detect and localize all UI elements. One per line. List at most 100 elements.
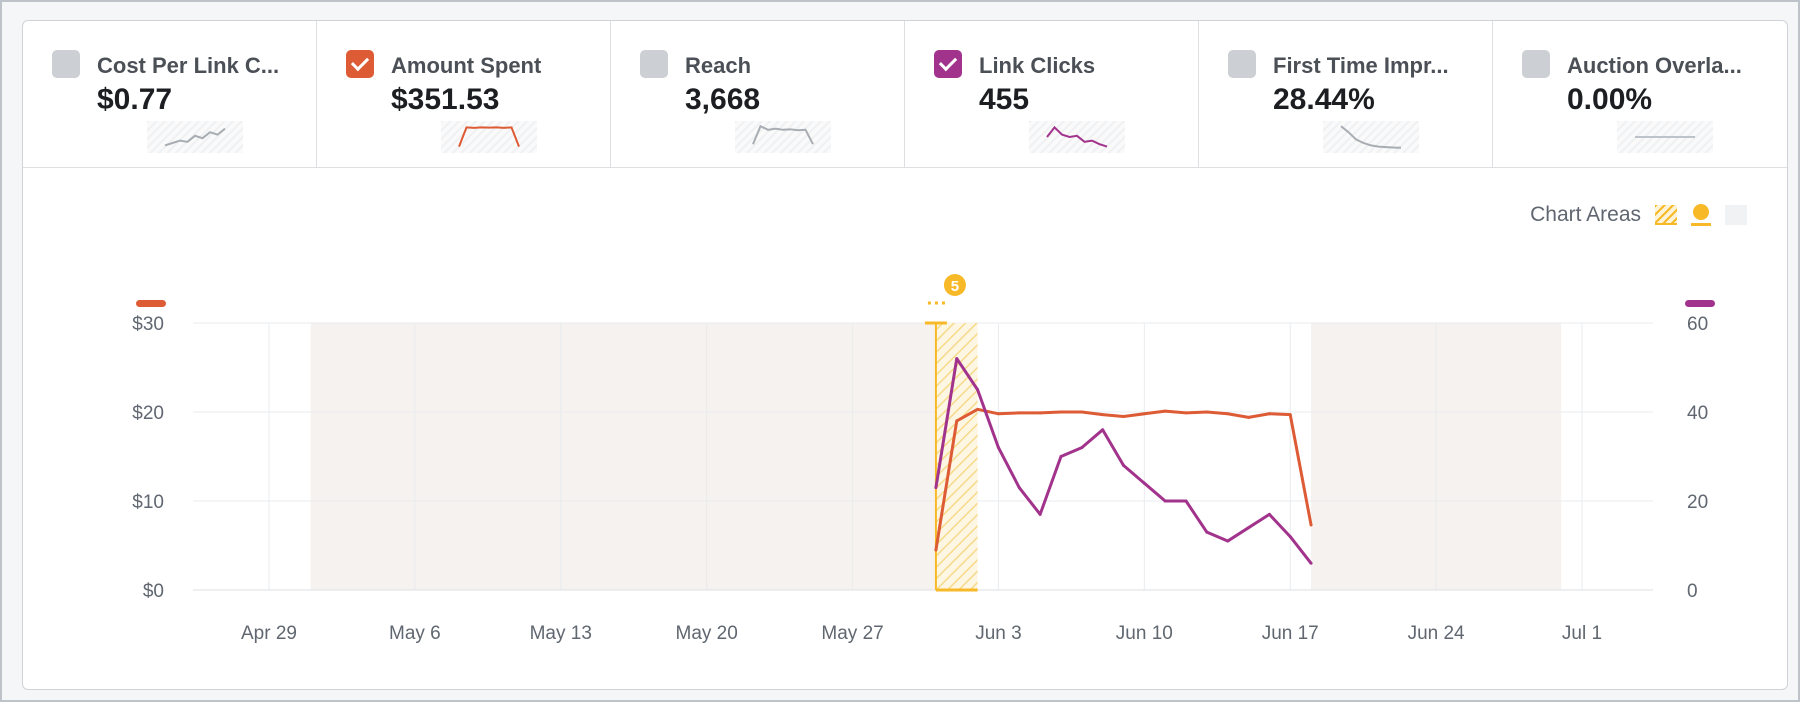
sparkline [1029,121,1125,153]
data-point [1163,499,1167,503]
x-tick-label: Jun 17 [1262,623,1319,644]
metric-checkbox[interactable] [346,50,374,78]
metric-cost-per-link-click[interactable]: Cost Per Link C... $0.77 [23,21,317,167]
x-tick-label: Jul 1 [1562,623,1602,644]
line-chart[interactable]: 5 $0 $10 $20 $30 0 20 40 60 Apr 29 May 6 May 13 May … [23,167,1787,689]
metric-value: 28.44% [1273,83,1375,116]
y-right-tick-label: 60 [1687,314,1708,335]
data-point [1059,410,1063,414]
x-tick-label: Jun 3 [975,623,1021,644]
metric-checkbox[interactable] [1228,50,1256,78]
data-point [1142,412,1146,416]
metric-amount-spent[interactable]: Amount Spent $351.53 [317,21,611,167]
metric-value: 3,668 [685,83,761,116]
metric-checkbox[interactable] [1522,50,1550,78]
metric-label: Amount Spent [391,53,542,78]
data-point [1080,410,1084,414]
data-point [1267,412,1271,416]
x-tick-label: Jun 24 [1408,623,1465,644]
data-point [996,412,1000,416]
inactive-period-area [310,323,936,590]
metric-value: 455 [979,83,1030,116]
data-point [976,407,980,411]
sparkline [441,121,537,153]
sparkline-svg [1635,136,1695,138]
x-tick-label: May 27 [821,623,883,644]
data-point [1288,535,1292,539]
window-frame: Cost Per Link C... $0.77 Amount Spent $3… [0,0,1800,702]
metric-checkbox[interactable] [52,50,80,78]
metric-label: Reach [685,53,752,78]
data-point [1017,411,1021,415]
sparkline [1617,121,1713,153]
metric-checkbox[interactable] [934,50,962,78]
sparkline-line [458,126,520,147]
x-tick-label: May 6 [389,623,441,644]
sparkline-line [1046,125,1108,148]
y-left-tick-label: $30 [132,314,164,335]
data-point [1038,512,1042,516]
metric-label: First Time Impr... [1273,53,1449,78]
y-right-tick-label: 20 [1687,492,1708,513]
x-tick-label: May 20 [676,623,738,644]
y-left-tick-label: $10 [132,492,164,513]
annotation-badge-count: 5 [951,278,959,295]
left-axis-series-swatch [136,300,166,307]
data-point [1080,446,1084,450]
metric-label: Auction Overla... [1567,53,1742,78]
data-point [1184,499,1188,503]
data-point [1226,539,1230,543]
data-point [1247,415,1251,419]
sparkline-svg [164,127,226,147]
metric-value: $351.53 [391,83,500,116]
x-tick-label: May 13 [530,623,592,644]
metric-value: $0.77 [97,83,173,116]
data-point [1121,463,1125,467]
data-point [996,446,1000,450]
data-point [955,357,959,361]
metrics-bar: Cost Per Link C... $0.77 Amount Spent $3… [23,21,1787,168]
data-point [1226,412,1230,416]
data-point [934,548,938,552]
y-left-tick-label: $0 [143,581,164,602]
sparkline-line [752,124,814,145]
data-point [1205,410,1209,414]
sparkline [147,121,243,153]
data-point [976,388,980,392]
y-left-tick-label: $20 [132,403,164,424]
data-point [1205,530,1209,534]
x-tick-label: Apr 29 [241,623,297,644]
metric-link-clicks[interactable]: Link Clicks 455 [905,21,1199,167]
sparkline-svg [752,124,814,145]
data-point [1101,428,1105,432]
data-point [1288,413,1292,417]
data-point [1267,512,1271,516]
data-point [1184,411,1188,415]
data-point [1059,455,1063,458]
right-axis-series-swatch [1685,300,1715,307]
sparkline [1323,121,1419,153]
data-point [1142,481,1146,485]
y-right-tick-label: 0 [1687,581,1698,602]
sparkline-line [164,127,226,147]
link-clicks-line [934,357,1313,565]
sparkline-svg [1340,125,1402,149]
metric-reach[interactable]: Reach 3,668 [611,21,905,167]
metric-value: 0.00% [1567,83,1653,116]
chart-area: Chart Areas 5 $0 $10 $20 $30 0 20 40 60 Apr 29 May… [23,167,1787,689]
data-point [1247,526,1251,530]
insights-card: Cost Per Link C... $0.77 Amount Spent $3… [22,20,1788,690]
x-tick-label: Jun 10 [1116,623,1173,644]
metric-first-time-impression-ratio[interactable]: First Time Impr... 28.44% [1199,21,1493,167]
metric-auction-overlap[interactable]: Auction Overla... 0.00% [1493,21,1787,167]
data-point [1101,413,1105,417]
sparkline [735,121,831,153]
y-right-tick-label: 40 [1687,403,1708,424]
data-point [1038,411,1042,415]
data-point [1017,486,1021,490]
metric-label: Link Clicks [979,53,1096,78]
data-point [1121,414,1125,418]
sparkline-svg [458,126,520,147]
metric-checkbox[interactable] [640,50,668,78]
data-point [1163,409,1167,413]
